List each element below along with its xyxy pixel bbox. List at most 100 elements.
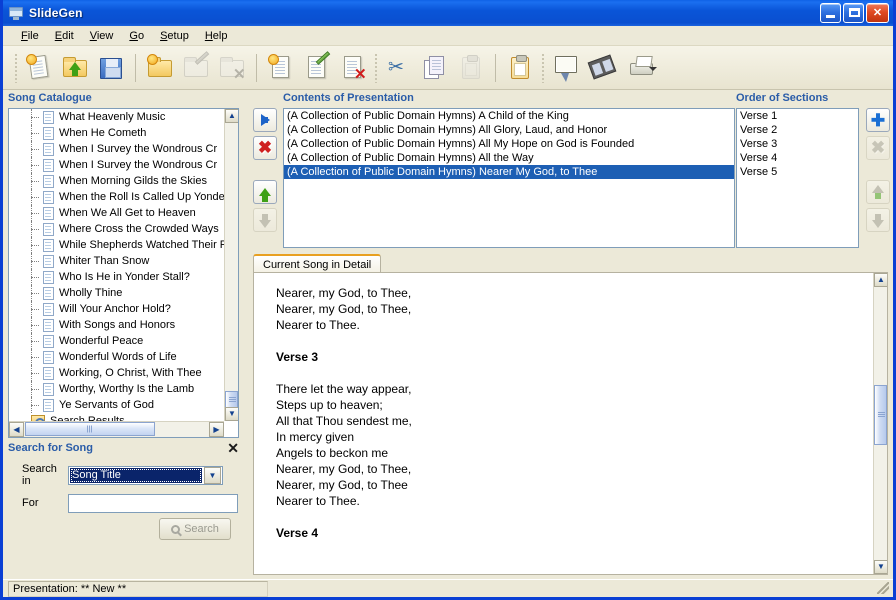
catalogue-scroll-left-button[interactable]: ◀ (9, 422, 24, 437)
search-button[interactable]: Search (159, 518, 231, 540)
catalogue-search-results-node[interactable]: Search Results (9, 413, 224, 421)
detail-vertical-scrollbar[interactable]: ▲ ▼ (873, 273, 887, 574)
present-screen-icon[interactable] (548, 49, 584, 87)
catalogue-song-item[interactable]: Will Your Anchor Hold? (9, 301, 224, 317)
song-document-icon (43, 334, 54, 348)
print-icon[interactable] (620, 49, 664, 87)
catalogue-song-item[interactable]: With Songs and Honors (9, 317, 224, 333)
new-song-icon[interactable] (263, 49, 299, 87)
resize-grip-icon[interactable] (877, 582, 889, 594)
move-down-button (253, 208, 277, 232)
contents-list-item[interactable]: (A Collection of Public Domain Hymns) Al… (284, 137, 734, 151)
catalogue-song-item[interactable]: Who Is He in Yonder Stall? (9, 269, 224, 285)
catalogue-song-item[interactable]: When We All Get to Heaven (9, 205, 224, 221)
catalogue-song-item[interactable]: When the Roll Is Called Up Yonde (9, 189, 224, 205)
catalogue-song-label: When I Survey the Wondrous Cr (59, 143, 218, 155)
close-button[interactable]: ✕ (866, 3, 889, 23)
catalogue-song-label: When We All Get to Heaven (59, 207, 196, 219)
save-presentation-icon[interactable] (93, 49, 129, 87)
maximize-button[interactable] (843, 3, 864, 23)
song-document-icon (43, 222, 54, 236)
print-dropdown-arrow-icon[interactable] (649, 66, 657, 71)
detail-scroll-thumb[interactable] (874, 385, 887, 445)
search-input[interactable] (68, 493, 238, 513)
catalogue-song-item[interactable]: While Shepherds Watched Their F (9, 237, 224, 253)
order-list[interactable]: Verse 1 Verse 2 Verse 3 Verse 4 Verse 5 (736, 108, 859, 248)
green-up-arrow-icon (259, 188, 271, 202)
song-catalogue-tree[interactable]: What Heavenly Music When He Cometh When I … (8, 108, 239, 438)
song-document-icon (43, 110, 54, 124)
catalogue-song-item[interactable]: When Morning Gilds the Skies (9, 173, 224, 189)
close-icon[interactable]: ✕ (227, 441, 239, 455)
add-to-presentation-button[interactable] (253, 108, 277, 132)
catalogue-song-item[interactable]: Worthy, Worthy Is the Lamb (9, 381, 224, 397)
contents-list-item[interactable]: (A Collection of Public Domain Hymns) A … (284, 109, 734, 123)
contents-list-item[interactable]: (A Collection of Public Domain Hymns) Ne… (284, 165, 734, 179)
menu-item-edit-rest: dit (62, 29, 74, 42)
order-list-item[interactable]: Verse 3 (737, 137, 858, 151)
order-list-item[interactable]: Verse 1 (737, 109, 858, 123)
new-folder-icon[interactable] (142, 49, 178, 87)
detail-scroll-down-button[interactable]: ▼ (874, 560, 887, 574)
menu-item-edit[interactable]: Edit (47, 28, 82, 44)
menu-item-view[interactable]: View (82, 28, 122, 44)
catalogue-song-item[interactable]: Wonderful Words of Life (9, 349, 224, 365)
paste-icon[interactable] (502, 49, 538, 87)
catalogue-scroll-right-button[interactable]: ▶ (209, 422, 224, 437)
catalogue-song-item[interactable]: Whiter Than Snow (9, 253, 224, 269)
catalogue-song-item[interactable]: Where Cross the Crowded Ways (9, 221, 224, 237)
song-document-icon (43, 366, 54, 380)
open-presentation-icon[interactable] (57, 49, 93, 87)
catalogue-song-item[interactable]: What Heavenly Music (9, 109, 224, 125)
add-section-button[interactable]: ✚ (866, 108, 890, 132)
catalogue-song-item[interactable]: When I Survey the Wondrous Cr (9, 157, 224, 173)
catalogue-horizontal-scrollbar[interactable]: ◀ ▶ (9, 421, 224, 437)
remove-section-button: ✖ (866, 136, 890, 160)
film-icon[interactable] (584, 49, 620, 87)
menu-item-setup[interactable]: Setup (152, 28, 197, 44)
tree-dash (31, 389, 39, 390)
menu-item-go[interactable]: Go (121, 28, 152, 44)
menu-item-help[interactable]: Help (197, 28, 236, 44)
toolbar-gripper[interactable] (14, 52, 18, 83)
minimize-button[interactable] (820, 3, 841, 23)
catalogue-song-label: With Songs and Honors (59, 319, 176, 331)
contents-list-item[interactable]: (A Collection of Public Domain Hymns) Al… (284, 151, 734, 165)
catalogue-scroll-up-button[interactable]: ▲ (225, 109, 238, 123)
catalogue-scroll-down-button[interactable]: ▼ (225, 407, 238, 421)
menu-item-file[interactable]: File (13, 28, 47, 44)
search-in-label: Search in (22, 463, 57, 487)
order-list-item[interactable]: Verse 2 (737, 123, 858, 137)
new-presentation-icon[interactable] (21, 49, 57, 87)
lyric-line: Nearer, my God, to Thee, (276, 286, 412, 300)
catalogue-song-item[interactable]: Wonderful Peace (9, 333, 224, 349)
catalogue-song-label: Ye Servants of God (59, 399, 154, 411)
remove-from-presentation-button[interactable]: ✖ (253, 136, 277, 160)
chevron-down-icon[interactable]: ▼ (204, 466, 221, 484)
tab-current-song-in-detail[interactable]: Current Song in Detail (253, 254, 382, 273)
song-catalogue-title: Song Catalogue (8, 92, 92, 104)
tree-dash (31, 229, 39, 230)
catalogue-song-item[interactable]: Working, O Christ, With Thee (9, 365, 224, 381)
contents-list[interactable]: (A Collection of Public Domain Hymns) A … (283, 108, 735, 248)
catalogue-song-label: When Morning Gilds the Skies (59, 175, 207, 187)
order-list-item[interactable]: Verse 4 (737, 151, 858, 165)
order-list-item[interactable]: Verse 5 (737, 165, 858, 179)
edit-song-icon[interactable] (299, 49, 335, 87)
tree-dash (31, 293, 39, 294)
search-for-label: For (22, 497, 39, 509)
catalogue-hscroll-thumb[interactable] (25, 422, 155, 436)
catalogue-song-item[interactable]: When I Survey the Wondrous Cr (9, 141, 224, 157)
catalogue-vertical-scrollbar[interactable]: ▲ ▼ (224, 109, 238, 421)
catalogue-song-item[interactable]: When He Cometh (9, 125, 224, 141)
detail-scroll-up-button[interactable]: ▲ (874, 273, 887, 287)
catalogue-song-item[interactable]: Ye Servants of God (9, 397, 224, 413)
cut-icon[interactable]: ✂ (381, 49, 417, 87)
search-in-select[interactable]: Song Title ▼ (68, 465, 223, 485)
contents-list-item[interactable]: (A Collection of Public Domain Hymns) Al… (284, 123, 734, 137)
catalogue-song-item[interactable]: Wholly Thine (9, 285, 224, 301)
delete-song-icon[interactable]: ✕ (335, 49, 371, 87)
copy-icon[interactable] (417, 49, 453, 87)
move-up-button[interactable] (253, 180, 277, 204)
tree-dash (31, 133, 39, 134)
